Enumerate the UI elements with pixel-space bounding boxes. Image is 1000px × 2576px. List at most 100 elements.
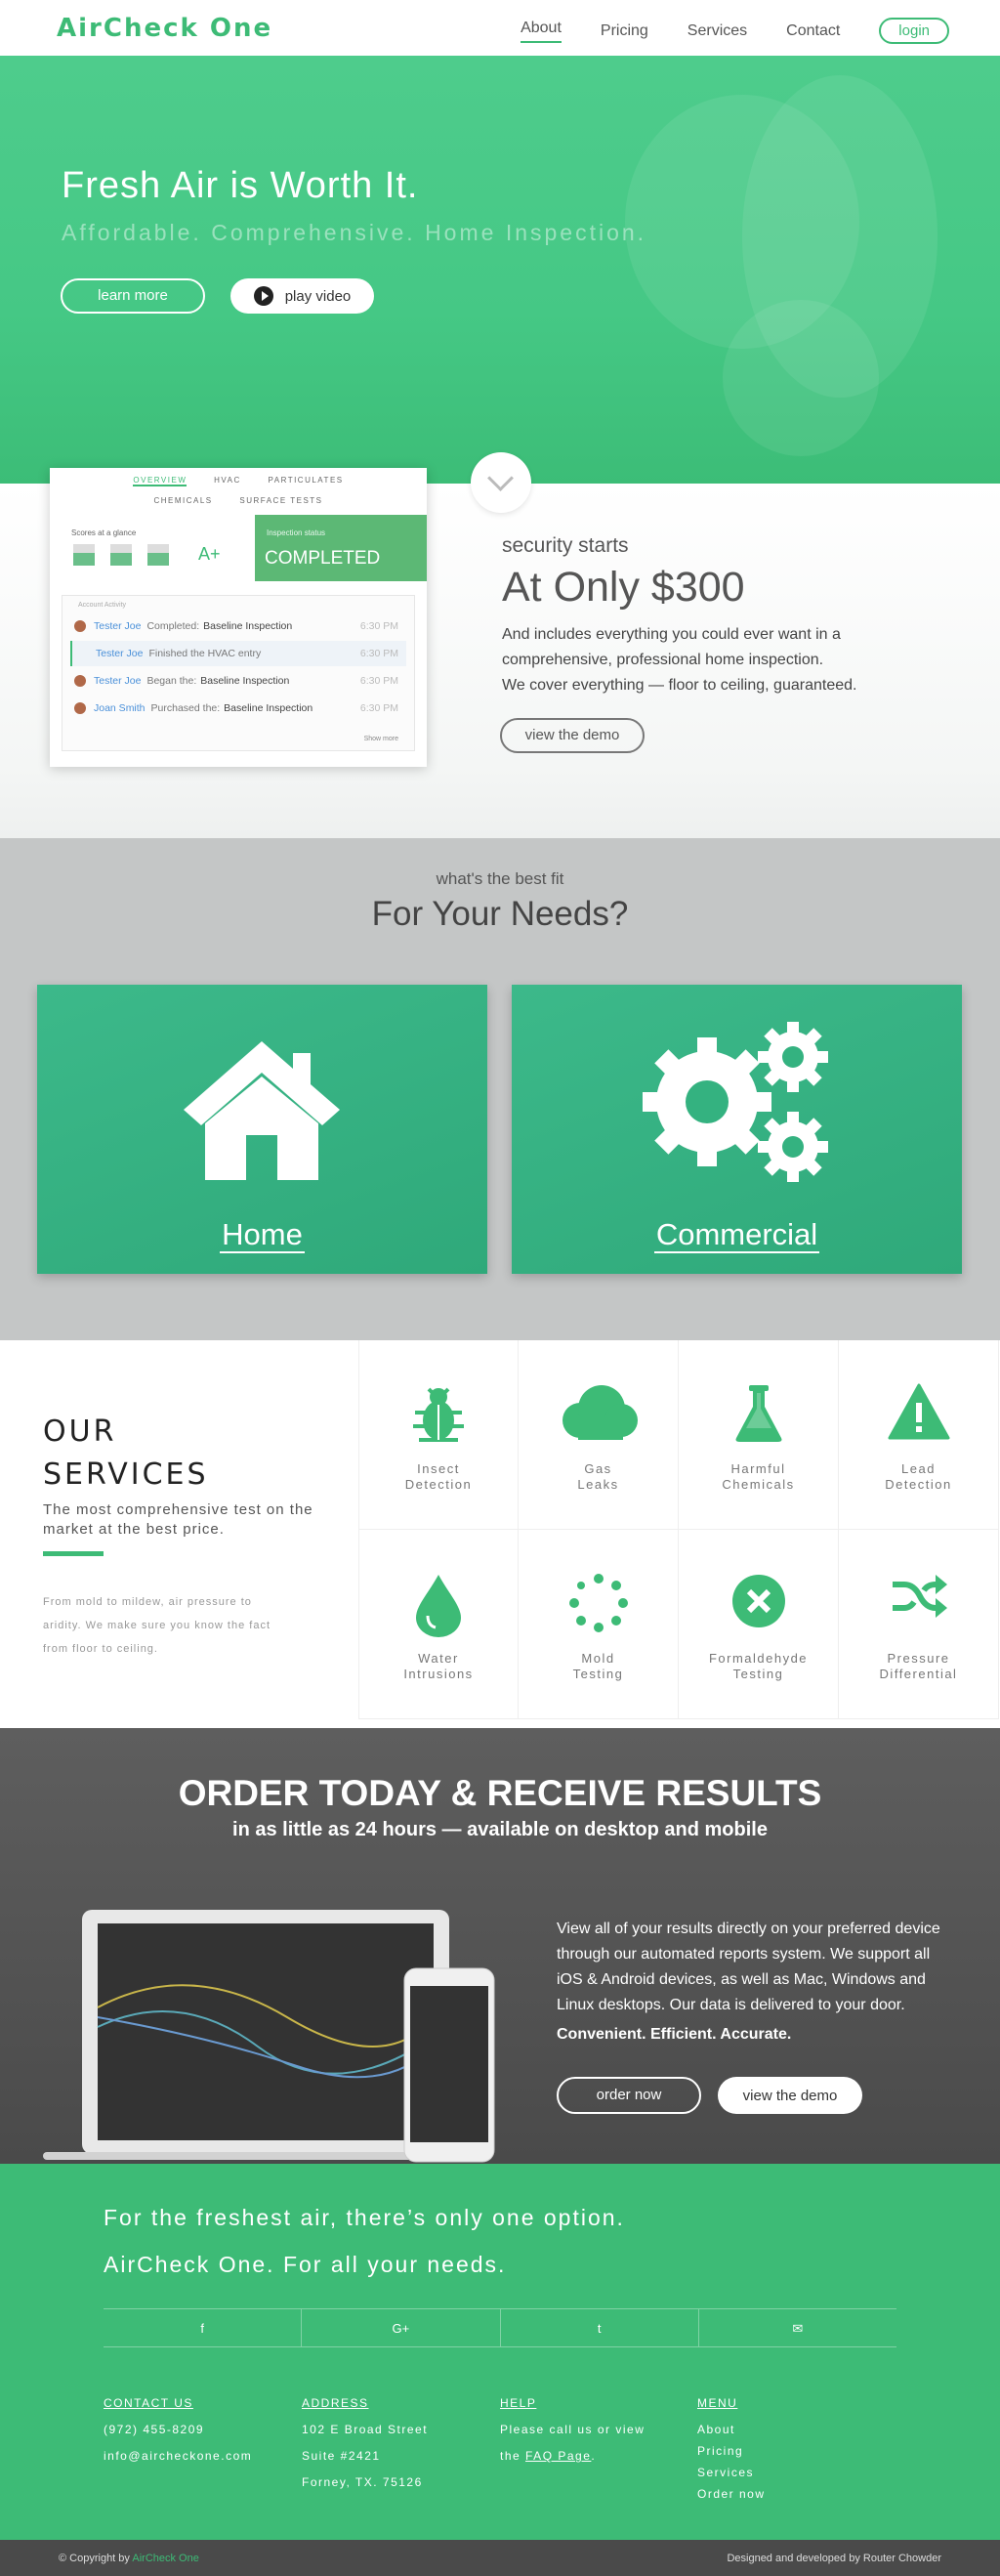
- pricing-section: OVERVIEW HVAC PARTICULATES CHEMICALS SUR…: [0, 452, 1000, 838]
- bottom-bar: © Copyright by AirCheck One Designed and…: [0, 2540, 1000, 2576]
- learn-more-button[interactable]: learn more: [61, 278, 205, 314]
- hero-title: Fresh Air is Worth It.: [62, 165, 419, 206]
- service-formaldehyde-testing[interactable]: Formaldehyde Testing: [679, 1530, 839, 1719]
- help-text: the: [500, 2449, 526, 2463]
- tab-surface-tests[interactable]: SURFACE TESTS: [239, 496, 322, 505]
- activity-time: 6:30 PM: [359, 648, 398, 659]
- nav-contact[interactable]: Contact: [786, 22, 840, 40]
- service-label: Mold Testing: [519, 1651, 678, 1682]
- activity-user[interactable]: Tester Joe: [96, 648, 143, 659]
- email-link[interactable]: info@aircheckone.com: [104, 2443, 252, 2470]
- footer-contact: CONTACT US (972) 455-8209 info@airchecko…: [104, 2390, 252, 2470]
- home-card[interactable]: Home: [37, 985, 487, 1274]
- footer-menu-order-now[interactable]: Order now: [697, 2481, 766, 2508]
- activity-row[interactable]: Tester Joe Completed: Baseline Inspection 6…: [70, 613, 406, 639]
- avatar: [74, 702, 86, 714]
- services-title-line: SERVICES: [43, 1457, 209, 1492]
- activity-user[interactable]: Joan Smith: [94, 702, 146, 714]
- login-button[interactable]: login: [879, 18, 949, 44]
- service-label-line: Intrusions: [403, 1667, 474, 1681]
- chevron-down-icon[interactable]: [471, 452, 531, 513]
- avatar: [74, 675, 86, 687]
- service-label-line: Mold: [581, 1651, 615, 1666]
- footer-line-1: For the freshest air, there’s only one o…: [104, 2205, 625, 2230]
- activity-action: Purchased the:: [150, 702, 221, 714]
- twitter-icon[interactable]: t: [501, 2309, 699, 2346]
- fit-kicker: what's the best fit: [436, 869, 564, 888]
- mail-icon[interactable]: ✉: [699, 2309, 896, 2346]
- tab-chemicals[interactable]: CHEMICALS: [153, 496, 212, 505]
- brand-link[interactable]: AirCheck One: [132, 2553, 198, 2564]
- view-demo-button[interactable]: view the demo: [500, 718, 645, 753]
- service-harmful-chemicals[interactable]: Harmful Chemicals: [679, 1340, 839, 1530]
- activity-item: Baseline Inspection: [200, 675, 290, 687]
- services-title-line: OUR: [43, 1415, 117, 1449]
- service-water-intrusions[interactable]: Water Intrusions: [358, 1530, 519, 1719]
- pricing-kicker: security starts: [502, 534, 629, 557]
- service-label: Water Intrusions: [359, 1651, 518, 1682]
- devices-illustration: [43, 1910, 495, 2163]
- nav-about[interactable]: About: [521, 20, 562, 43]
- activity-time: 6:30 PM: [359, 702, 398, 714]
- tab-hvac[interactable]: HVAC: [214, 476, 241, 485]
- activity-action: Began the:: [146, 675, 197, 687]
- scores-label: Scores at a glance: [71, 528, 137, 537]
- service-mold-testing[interactable]: Mold Testing: [519, 1530, 679, 1719]
- logo[interactable]: AirCheck One: [57, 14, 272, 43]
- service-label-line: Lead: [901, 1461, 936, 1476]
- nav-pricing[interactable]: Pricing: [601, 22, 648, 40]
- order-subtitle: in as little as 24 hours — available on …: [232, 1819, 768, 1840]
- service-gas-leaks[interactable]: Gas Leaks: [519, 1340, 679, 1530]
- pricing-line: And includes everything you could ever w…: [502, 626, 841, 643]
- close-circle-icon: [731, 1575, 785, 1627]
- activity-action: Completed:: [146, 620, 200, 632]
- show-more-link[interactable]: Show more: [364, 736, 398, 742]
- service-label: Harmful Chemicals: [679, 1461, 838, 1493]
- order-view-demo-button[interactable]: view the demo: [718, 2077, 862, 2114]
- overall-grade: A+: [198, 544, 221, 564]
- service-label-line: Testing: [732, 1667, 784, 1681]
- google-plus-icon[interactable]: G+: [302, 2309, 501, 2346]
- score-bar: [73, 544, 95, 566]
- avatar: [74, 620, 86, 632]
- phone-link[interactable]: (972) 455-8209: [104, 2417, 252, 2443]
- service-label-line: Leaks: [577, 1477, 619, 1492]
- service-pressure-differential[interactable]: Pressure Differential: [839, 1530, 999, 1719]
- services-section: OUR SERVICES The most comprehensive test …: [0, 1340, 1000, 1728]
- order-description: View all of your results directly on you…: [557, 1921, 940, 2013]
- service-label: Formaldehyde Testing: [679, 1651, 838, 1682]
- inspection-status-value: COMPLETED: [265, 548, 381, 569]
- activity-action: Finished the HVAC entry: [148, 648, 262, 659]
- best-fit-section: what's the best fit For Your Needs? Home: [0, 838, 1000, 1340]
- footer-heading: ADDRESS: [302, 2396, 369, 2410]
- commercial-card[interactable]: Commercial: [512, 985, 962, 1274]
- activity-row[interactable]: Joan Smith Purchased the: Baseline Inspect…: [70, 696, 406, 721]
- tab-particulates[interactable]: PARTICULATES: [268, 476, 343, 485]
- footer-heading: MENU: [697, 2396, 738, 2410]
- order-now-button[interactable]: order now: [557, 2077, 701, 2114]
- tab-overview[interactable]: OVERVIEW: [133, 476, 188, 486]
- faq-link[interactable]: FAQ Page: [525, 2449, 591, 2463]
- commercial-label: Commercial: [653, 1217, 820, 1253]
- service-label: Lead Detection: [839, 1461, 998, 1493]
- activity-row[interactable]: Tester Joe Finished the HVAC entry 6:30 PM: [70, 641, 406, 666]
- service-label-line: Formaldehyde: [708, 1651, 809, 1666]
- footer: For the freshest air, there’s only one o…: [0, 2164, 1000, 2540]
- services-description: From mold to mildew, air pressure to ari…: [43, 1596, 271, 1655]
- inspection-status: Inspection status COMPLETED: [255, 515, 427, 581]
- service-insect-detection[interactable]: Insect Detection: [358, 1340, 519, 1530]
- service-label-line: Differential: [879, 1667, 958, 1681]
- play-icon: [253, 286, 273, 306]
- service-lead-detection[interactable]: Lead Detection: [839, 1340, 999, 1530]
- activity-user[interactable]: Tester Joe: [94, 620, 141, 632]
- help-text-line: the FAQ Page.: [500, 2443, 645, 2470]
- credit: Designed and developed by Router Chowder: [727, 2553, 941, 2564]
- nav-services[interactable]: Services: [688, 22, 747, 40]
- service-label-line: Chemicals: [722, 1477, 795, 1492]
- facebook-icon[interactable]: f: [104, 2309, 303, 2346]
- activity-row[interactable]: Tester Joe Began the: Baseline Inspection 6…: [70, 668, 406, 694]
- activity-time: 6:30 PM: [359, 620, 398, 632]
- activity-user[interactable]: Tester Joe: [94, 675, 141, 687]
- play-video-button[interactable]: play video: [230, 278, 374, 314]
- address-line: 102 E Broad Street: [302, 2423, 429, 2436]
